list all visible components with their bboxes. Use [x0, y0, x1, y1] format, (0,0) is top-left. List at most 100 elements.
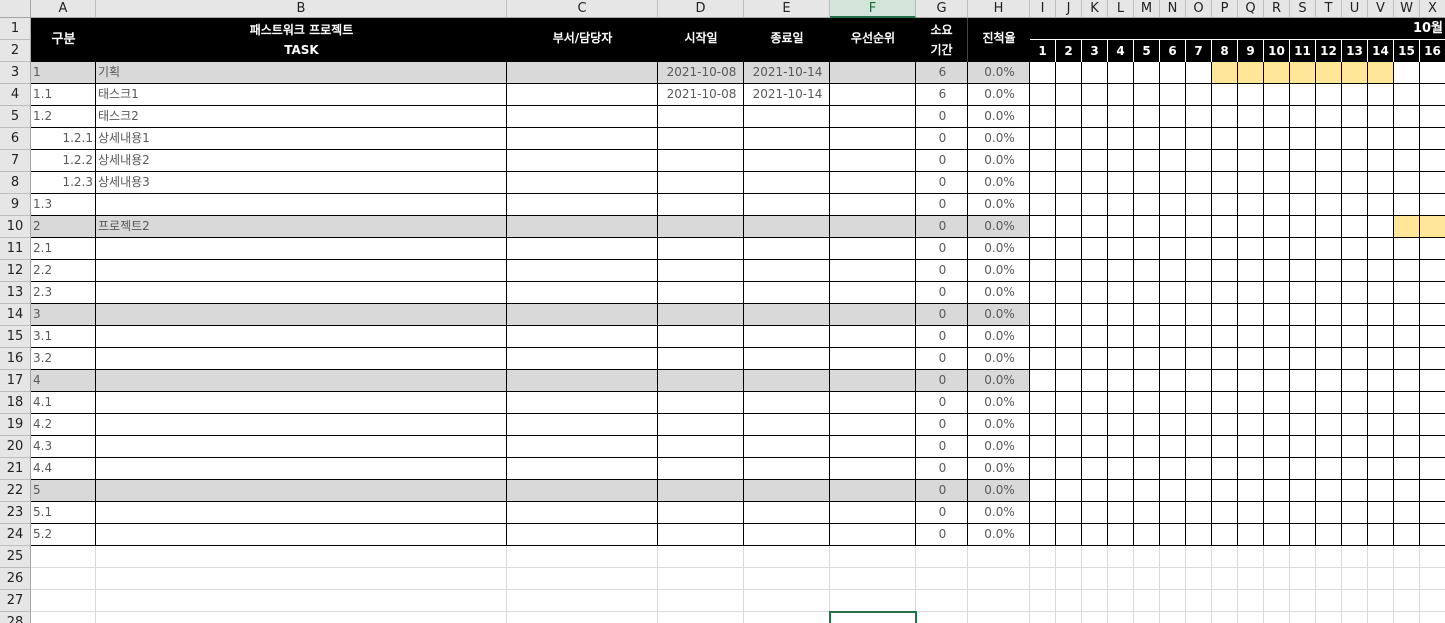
empty-cell-w-27[interactable] [1394, 590, 1420, 612]
gantt-cell-r21-d10[interactable] [1264, 458, 1290, 480]
gantt-cell-r17-d10[interactable] [1264, 370, 1290, 392]
empty-cell-n-27[interactable] [1160, 590, 1186, 612]
gantt-cell-r8-d8[interactable] [1212, 172, 1238, 194]
gantt-cell-r12-d11[interactable] [1290, 260, 1316, 282]
gantt-cell-r5-d15[interactable] [1394, 106, 1420, 128]
gantt-cell-r7-d6[interactable] [1160, 150, 1186, 172]
column-header-b[interactable]: B [96, 0, 507, 18]
gantt-cell-r18-d14[interactable] [1368, 392, 1394, 414]
cell-a-21[interactable]: 4.4 [31, 458, 96, 480]
cell-c-15[interactable] [507, 326, 658, 348]
gantt-cell-r18-d13[interactable] [1342, 392, 1368, 414]
gantt-cell-r21-d14[interactable] [1368, 458, 1394, 480]
gantt-cell-r7-d5[interactable] [1134, 150, 1160, 172]
gantt-cell-r6-d4[interactable] [1108, 128, 1134, 150]
cell-h-13[interactable]: 0.0% [968, 282, 1030, 304]
cell-f-21[interactable] [830, 458, 916, 480]
cell-e-14[interactable] [744, 304, 830, 326]
gantt-cell-r14-d12[interactable] [1316, 304, 1342, 326]
row-header-19[interactable]: 19 [0, 414, 31, 436]
column-header-p[interactable]: P [1212, 0, 1238, 18]
gantt-cell-r3-d10[interactable] [1264, 62, 1290, 84]
gantt-cell-r17-d11[interactable] [1290, 370, 1316, 392]
empty-cell-o-25[interactable] [1186, 546, 1212, 568]
cell-e-16[interactable] [744, 348, 830, 370]
gantt-cell-r9-d3[interactable] [1082, 194, 1108, 216]
gantt-cell-r12-d9[interactable] [1238, 260, 1264, 282]
gantt-cell-r13-d15[interactable] [1394, 282, 1420, 304]
gantt-cell-r10-d9[interactable] [1238, 216, 1264, 238]
gantt-cell-r9-d16[interactable] [1420, 194, 1445, 216]
row-header-16[interactable]: 16 [0, 348, 31, 370]
gantt-cell-r8-d10[interactable] [1264, 172, 1290, 194]
gantt-cell-r18-d10[interactable] [1264, 392, 1290, 414]
gantt-cell-r10-d5[interactable] [1134, 216, 1160, 238]
empty-cell-j-25[interactable] [1056, 546, 1082, 568]
gantt-cell-r13-d12[interactable] [1316, 282, 1342, 304]
cell-b-8[interactable]: 상세내용3 [96, 172, 507, 194]
gantt-cell-r5-d12[interactable] [1316, 106, 1342, 128]
empty-cell-k-27[interactable] [1082, 590, 1108, 612]
cell-h-24[interactable]: 0.0% [968, 524, 1030, 546]
gantt-cell-r23-d3[interactable] [1082, 502, 1108, 524]
gantt-cell-r11-d1[interactable] [1030, 238, 1056, 260]
gantt-cell-r12-d13[interactable] [1342, 260, 1368, 282]
cell-b-18[interactable] [96, 392, 507, 414]
gantt-cell-r6-d15[interactable] [1394, 128, 1420, 150]
gantt-cell-r5-d1[interactable] [1030, 106, 1056, 128]
gantt-cell-r4-d5[interactable] [1134, 84, 1160, 106]
gantt-cell-r3-d8[interactable] [1212, 62, 1238, 84]
gantt-cell-r18-d15[interactable] [1394, 392, 1420, 414]
cell-g-23[interactable]: 0 [916, 502, 968, 524]
empty-cell-o-28[interactable] [1186, 612, 1212, 623]
empty-cell-g-27[interactable] [916, 590, 968, 612]
gantt-cell-r9-d2[interactable] [1056, 194, 1082, 216]
gantt-cell-r24-d16[interactable] [1420, 524, 1445, 546]
cell-g-11[interactable]: 0 [916, 238, 968, 260]
gantt-cell-r19-d7[interactable] [1186, 414, 1212, 436]
gantt-cell-r22-d16[interactable] [1420, 480, 1445, 502]
gantt-cell-r19-d13[interactable] [1342, 414, 1368, 436]
gantt-cell-r23-d7[interactable] [1186, 502, 1212, 524]
gantt-cell-r19-d2[interactable] [1056, 414, 1082, 436]
gantt-cell-r21-d16[interactable] [1420, 458, 1445, 480]
cell-g-6[interactable]: 0 [916, 128, 968, 150]
cell-d-23[interactable] [658, 502, 744, 524]
gantt-cell-r13-d11[interactable] [1290, 282, 1316, 304]
empty-cell-r-27[interactable] [1264, 590, 1290, 612]
gantt-cell-r14-d15[interactable] [1394, 304, 1420, 326]
empty-cell-e-28[interactable] [744, 612, 830, 623]
cell-e-21[interactable] [744, 458, 830, 480]
gantt-cell-r19-d6[interactable] [1160, 414, 1186, 436]
gantt-cell-r7-d11[interactable] [1290, 150, 1316, 172]
gantt-cell-r24-d2[interactable] [1056, 524, 1082, 546]
gantt-cell-r14-d6[interactable] [1160, 304, 1186, 326]
cell-c-18[interactable] [507, 392, 658, 414]
gantt-cell-r12-d8[interactable] [1212, 260, 1238, 282]
empty-cell-n-28[interactable] [1160, 612, 1186, 623]
gantt-cell-r21-d3[interactable] [1082, 458, 1108, 480]
gantt-cell-r21-d11[interactable] [1290, 458, 1316, 480]
cell-b-22[interactable] [96, 480, 507, 502]
gantt-cell-r15-d16[interactable] [1420, 326, 1445, 348]
column-header-e[interactable]: E [744, 0, 830, 18]
empty-cell-m-25[interactable] [1134, 546, 1160, 568]
select-all-corner[interactable] [0, 0, 31, 18]
cell-a-7[interactable]: 1.2.2 [31, 150, 96, 172]
gantt-cell-r14-d10[interactable] [1264, 304, 1290, 326]
cell-f-7[interactable] [830, 150, 916, 172]
cell-f-3[interactable] [830, 62, 916, 84]
gantt-cell-r16-d11[interactable] [1290, 348, 1316, 370]
gantt-cell-r6-d5[interactable] [1134, 128, 1160, 150]
gantt-cell-r5-d2[interactable] [1056, 106, 1082, 128]
empty-cell-m-26[interactable] [1134, 568, 1160, 590]
cell-g-4[interactable]: 6 [916, 84, 968, 106]
empty-cell-w-25[interactable] [1394, 546, 1420, 568]
gantt-cell-r14-d8[interactable] [1212, 304, 1238, 326]
gantt-cell-r17-d16[interactable] [1420, 370, 1445, 392]
gantt-cell-r5-d13[interactable] [1342, 106, 1368, 128]
cell-h-16[interactable]: 0.0% [968, 348, 1030, 370]
cell-e-7[interactable] [744, 150, 830, 172]
row-header-26[interactable]: 26 [0, 568, 31, 590]
cell-f-23[interactable] [830, 502, 916, 524]
